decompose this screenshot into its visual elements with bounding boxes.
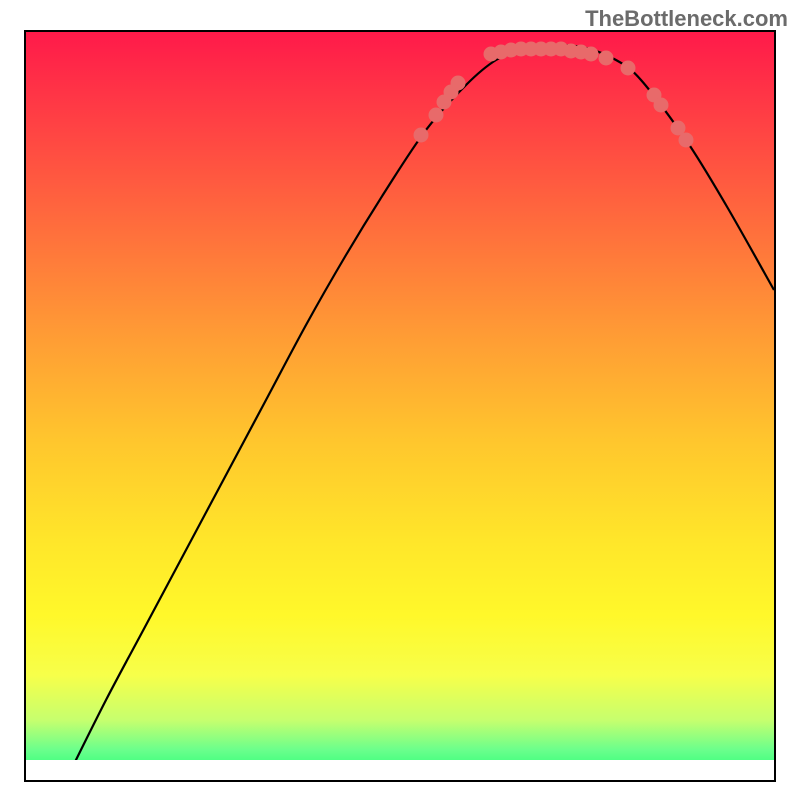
curve-marker — [599, 51, 614, 66]
bottleneck-curve — [66, 45, 774, 780]
curve-marker — [429, 108, 444, 123]
curve-marker — [654, 98, 669, 113]
curve-marker — [621, 61, 636, 76]
plot-frame — [24, 30, 776, 782]
bottom-mask — [26, 760, 774, 780]
curve-marker — [414, 128, 429, 143]
curve-marker — [584, 47, 599, 62]
curve-marker — [451, 76, 466, 91]
chart-container: TheBottleneck.com — [0, 0, 800, 800]
watermark-text: TheBottleneck.com — [585, 6, 788, 32]
curve-marker — [679, 133, 694, 148]
curve-layer — [26, 32, 774, 780]
curve-markers — [414, 42, 694, 148]
